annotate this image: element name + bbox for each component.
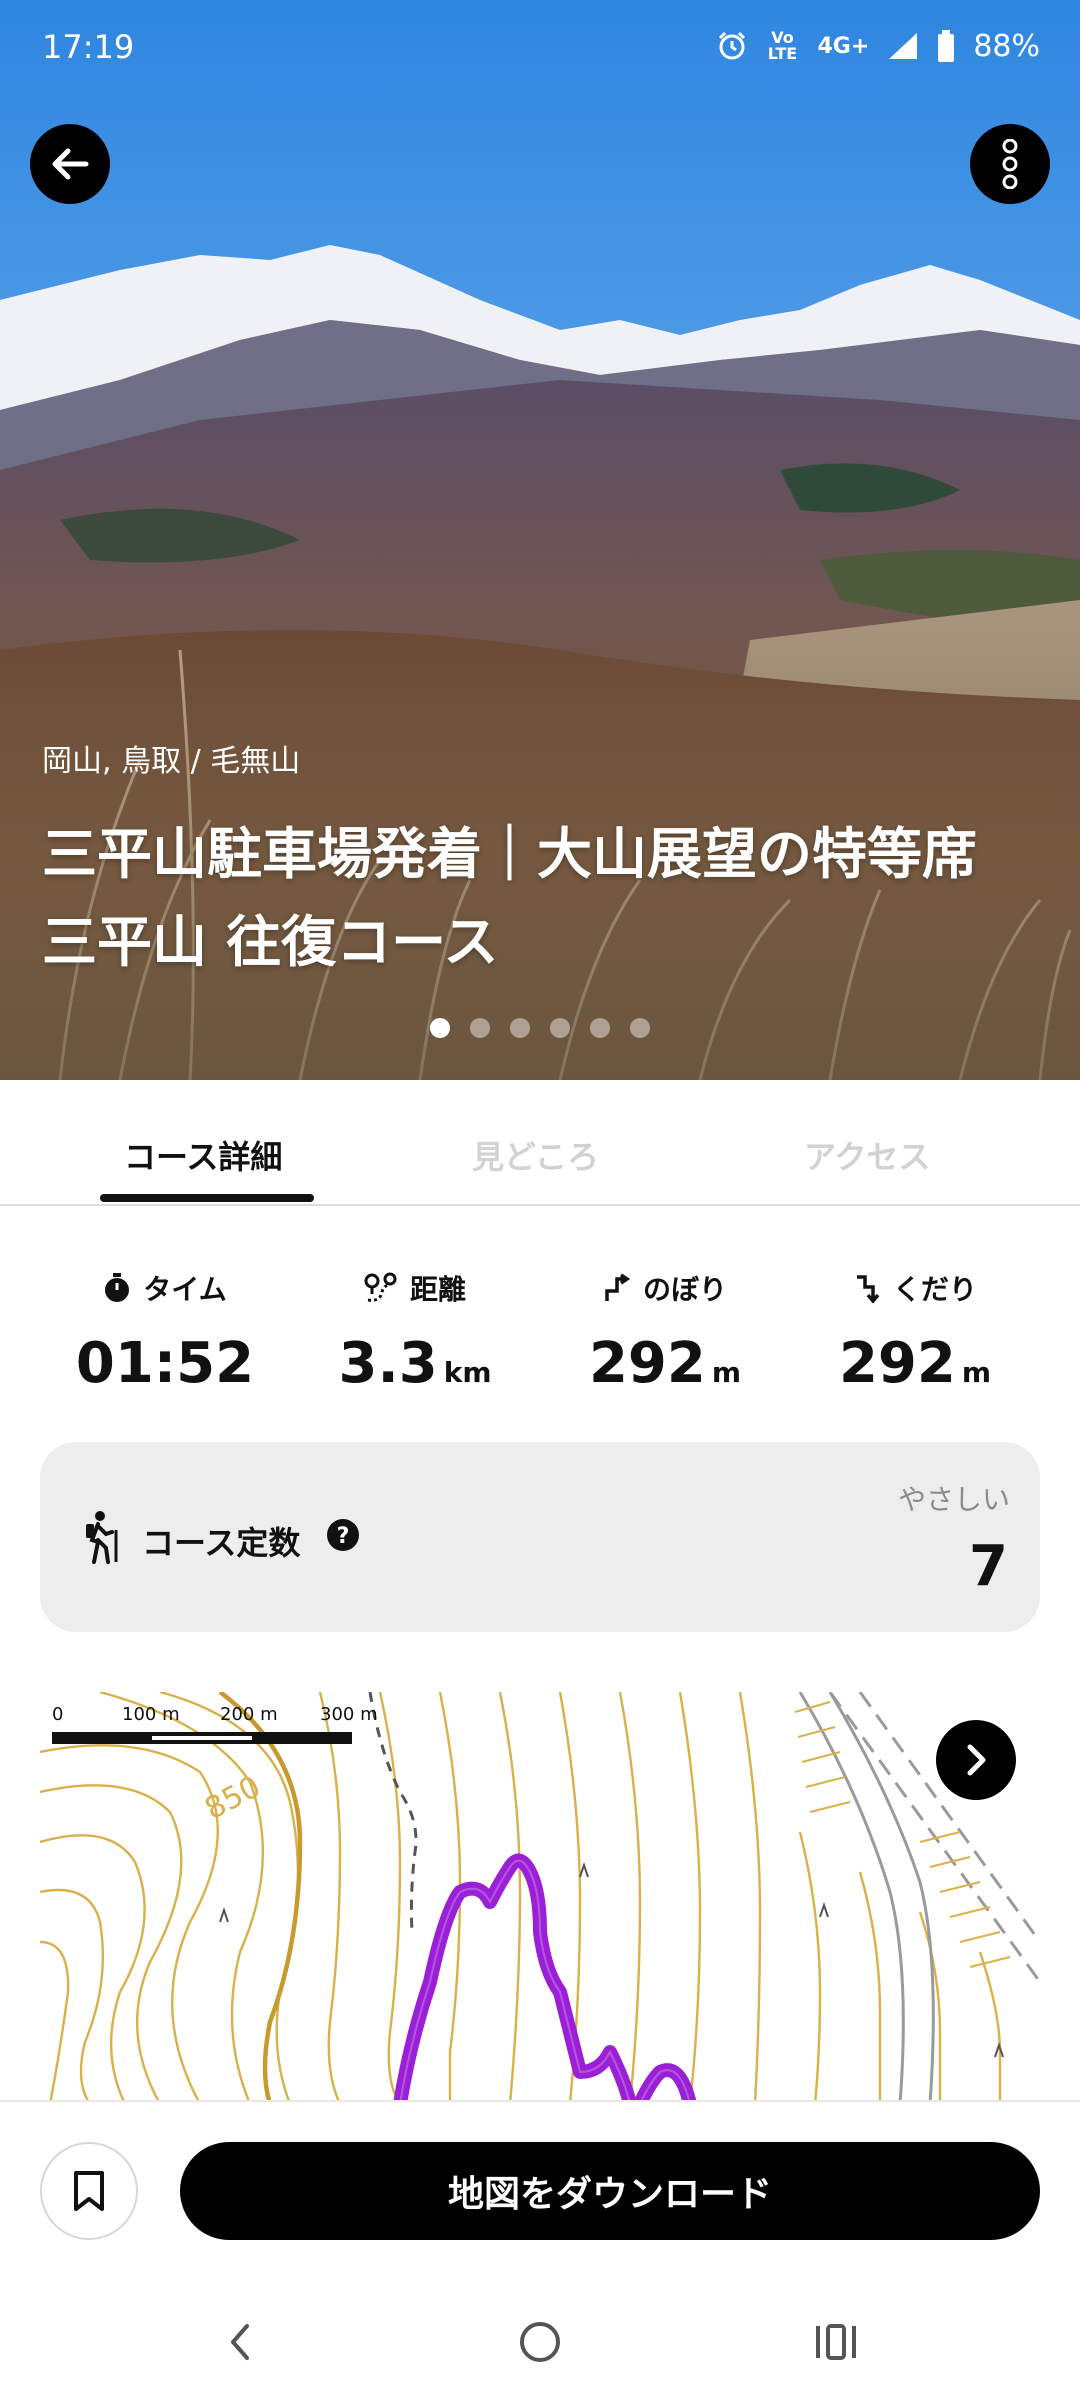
battery-percent: 88% [973,28,1040,64]
tab-access[interactable]: アクセス [804,1132,930,1178]
network-indicator: 4G+ [817,33,870,59]
course-title: 三平山駐車場発着｜大山展望の特等席 三平山 往復コース [42,822,978,974]
download-map-button[interactable]: 地図をダウンロード [180,2142,1040,2240]
scale-label-300: 300 m [320,1704,378,1725]
volte-indicator: Vo LTE [767,28,798,63]
back-button[interactable] [30,124,110,204]
stat-time: タイム 01:52 [30,1268,300,1392]
stat-distance-unit: km [443,1356,492,1389]
stat-distance-label: 距離 [409,1273,466,1306]
tab-course-details[interactable]: コース詳細 [124,1132,282,1178]
arrow-left-icon [52,148,89,180]
stat-descent-label: くだり [892,1273,977,1306]
stat-descent-unit: m [961,1356,992,1389]
pagination-dot[interactable] [590,1018,610,1038]
status-bar: 17:19 Vo LTE 4G+ 88% [0,0,1080,96]
open-map-button[interactable] [936,1720,1016,1800]
scale-label-200: 200 m [220,1704,278,1725]
status-time: 17:19 [42,28,135,66]
ascent-icon [605,1273,631,1301]
course-constant-value: 7 [969,1534,1008,1599]
more-options-button[interactable] [970,124,1050,204]
battery-icon [938,30,955,62]
scale-label-0: 0 [52,1704,63,1725]
descent-icon [856,1275,880,1303]
svg-text:?: ? [337,1524,350,1549]
help-icon[interactable]: ? [326,1518,360,1552]
photo-pagination [430,1018,650,1038]
pagination-dot[interactable] [510,1018,530,1038]
pagination-dot[interactable] [630,1018,650,1038]
nav-recents-button[interactable] [796,2302,876,2382]
bookmark-button[interactable] [40,2142,138,2240]
course-location: 岡山, 鳥取 / 毛無山 [42,744,301,779]
stat-distance-value: 3.3 [338,1331,438,1396]
hero-section: 17:19 Vo LTE 4G+ 88% 岡山, 鳥取 / 毛無山 三平山駐車場… [0,0,1080,1080]
route-distance-icon [364,1272,397,1302]
course-map[interactable]: 850 0 100 m 200 m 300 m [40,1692,1040,2104]
tab-highlights[interactable]: 見どころ [472,1132,599,1178]
active-tab-indicator [100,1194,314,1202]
stat-ascent-unit: m [711,1356,742,1389]
stat-ascent-label: のぼり [642,1273,727,1306]
bookmark-icon [74,2171,104,2211]
alarm-icon [718,31,745,60]
pagination-dot[interactable] [430,1018,450,1038]
stopwatch-icon [105,1273,130,1302]
stat-distance: 距離 3.3 km [280,1268,550,1401]
stat-descent-value: 292 [838,1331,956,1396]
nav-back-button[interactable] [200,2302,280,2382]
hiker-icon [86,1511,118,1564]
chevron-right-icon [967,1744,986,1776]
bottom-action-bar: 地図をダウンロード [0,2100,1080,2400]
difficulty-level: やさしい [897,1483,1010,1516]
course-constant-card[interactable]: コース定数 ? やさしい 7 [40,1442,1040,1632]
stat-time-label: タイム [143,1273,227,1306]
pagination-dot[interactable] [470,1018,490,1038]
tab-bar: コース詳細 見どころ アクセス [0,1080,1080,1206]
stat-ascent-value: 292 [588,1331,706,1396]
course-constant-label: コース定数 [142,1524,301,1562]
chevron-left-icon [231,2324,249,2360]
scale-label-100: 100 m [122,1704,180,1725]
more-vertical-icon [1002,139,1018,189]
nav-home-button[interactable] [500,2302,580,2382]
stat-time-value: 01:52 [75,1331,255,1396]
stat-ascent: のぼり 292 m [530,1268,800,1401]
signal-icon [889,33,918,59]
stat-descent: くだり 292 m [780,1268,1050,1401]
pagination-dot[interactable] [550,1018,570,1038]
topographic-map: 850 0 100 m 200 m 300 m [40,1692,1040,2104]
home-circle-icon [520,2322,560,2362]
recents-icon [816,2324,856,2360]
